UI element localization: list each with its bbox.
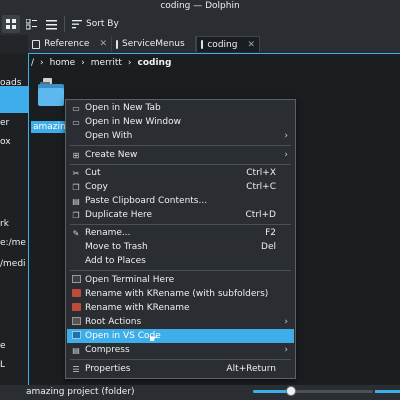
places-sidebar[interactable]: oads er ox rk e:/me /medi e L bbox=[0, 53, 28, 385]
menu-item-cut[interactable]: ✂ Cut Ctrl+X bbox=[67, 166, 294, 180]
folder-item[interactable] bbox=[38, 78, 64, 118]
sort-by-label: Sort By bbox=[86, 19, 119, 29]
root-actions-icon bbox=[70, 317, 82, 327]
compress-icon: ▤ bbox=[72, 345, 80, 355]
sidebar-item-label[interactable]: /medi bbox=[0, 259, 26, 269]
tab-label: coding bbox=[207, 39, 238, 50]
duplicate-icon: ❐ bbox=[72, 210, 80, 220]
menu-item-open-in-vs-code[interactable]: Open in VS Code bbox=[67, 329, 294, 343]
menu-item-krename-subfolders[interactable]: Rename with KRename (with subfolders) bbox=[67, 287, 294, 301]
shortcut-label: Alt+Return bbox=[226, 364, 276, 374]
menu-item-open-terminal[interactable]: Open Terminal Here bbox=[67, 273, 294, 287]
menu-item-properties[interactable]: ☰ Properties Alt+Return bbox=[67, 362, 294, 376]
shortcut-label: Del bbox=[261, 242, 276, 252]
menu-item-add-to-places[interactable]: Add to Places bbox=[67, 254, 294, 268]
grid-icon bbox=[5, 18, 16, 29]
scissors-icon: ✂ bbox=[72, 168, 80, 178]
vscode-icon bbox=[70, 331, 82, 341]
shortcut-label: Ctrl+D bbox=[245, 210, 277, 220]
tab-reference[interactable]: Reference ✕ bbox=[28, 36, 112, 52]
zoom-slider-track[interactable] bbox=[293, 390, 373, 393]
copy-icon: ❐ bbox=[72, 182, 80, 192]
tab-servicemenus[interactable]: ServiceMenus ✕ bbox=[112, 36, 202, 52]
menu-item-copy[interactable]: ❐ Copy Ctrl+C bbox=[67, 180, 294, 194]
tab-label: Reference bbox=[44, 39, 90, 49]
chevron-right-icon: › bbox=[81, 57, 85, 68]
plus-icon: ⊞ bbox=[72, 150, 80, 160]
menu-item-move-to-trash[interactable]: Move to Trash Del bbox=[67, 240, 294, 254]
details-list-icon bbox=[45, 19, 57, 29]
folder-icon bbox=[32, 39, 41, 49]
status-text: amazing project (folder) bbox=[26, 387, 135, 397]
chevron-right-icon: › bbox=[284, 345, 288, 355]
breadcrumb: / › home › merritt › coding bbox=[31, 55, 171, 70]
menu-item-open-new-window[interactable]: ▭ Open in New Window bbox=[67, 115, 294, 129]
breadcrumb-merritt[interactable]: merritt bbox=[91, 58, 122, 68]
folder-icon bbox=[116, 39, 118, 49]
window-title: coding — Dolphin bbox=[0, 0, 400, 13]
menu-separator bbox=[70, 224, 291, 225]
menu-item-create-new[interactable]: ⊞ Create New › bbox=[67, 148, 294, 162]
sidebar-item-label[interactable]: e:/me bbox=[0, 238, 26, 248]
sidebar-item-label[interactable]: rk bbox=[0, 219, 9, 229]
compact-view-button[interactable] bbox=[22, 15, 40, 33]
space-info-bar bbox=[375, 390, 400, 393]
menu-separator bbox=[70, 270, 291, 271]
sidebar-item-label[interactable]: L bbox=[0, 360, 5, 370]
menu-separator bbox=[70, 359, 291, 360]
terminal-icon bbox=[70, 275, 82, 285]
menu-item-compress[interactable]: ▤ Compress › bbox=[67, 343, 294, 357]
breadcrumb-coding[interactable]: coding bbox=[138, 58, 172, 68]
tab-icon: ▭ bbox=[72, 103, 80, 113]
breadcrumb-root[interactable]: / bbox=[31, 58, 34, 68]
menu-separator bbox=[70, 145, 291, 146]
sidebar-item-label[interactable]: ox bbox=[0, 137, 11, 147]
sidebar-item-label[interactable]: oads bbox=[0, 78, 21, 88]
menu-item-open-with[interactable]: Open With › bbox=[67, 129, 294, 143]
mouse-cursor-icon: ☛ bbox=[149, 334, 158, 345]
krename-icon bbox=[70, 289, 82, 299]
window-icon: ▭ bbox=[72, 117, 80, 127]
context-menu: ▭ Open in New Tab ▭ Open in New Window O… bbox=[65, 99, 296, 379]
menu-item-open-new-tab[interactable]: ▭ Open in New Tab bbox=[67, 101, 294, 115]
menu-item-root-actions[interactable]: Root Actions › bbox=[67, 315, 294, 329]
close-icon[interactable]: ✕ bbox=[99, 39, 107, 49]
rename-icon: ✎ bbox=[72, 228, 80, 238]
tab-label: ServiceMenus bbox=[122, 39, 185, 49]
menu-item-paste[interactable]: ▤ Paste Clipboard Contents... bbox=[67, 194, 294, 208]
tab-bar: Reference ✕ ServiceMenus ✕ coding ✕ bbox=[28, 35, 400, 53]
details-view-button[interactable] bbox=[42, 15, 60, 33]
chevron-right-icon: › bbox=[40, 57, 44, 68]
menu-item-rename[interactable]: ✎ Rename... F2 bbox=[67, 226, 294, 240]
toolbar: Sort By bbox=[0, 13, 400, 35]
icons-view-button[interactable] bbox=[2, 15, 20, 33]
menu-separator bbox=[70, 164, 291, 165]
properties-icon: ☰ bbox=[72, 364, 80, 374]
menu-item-duplicate-here[interactable]: ❐ Duplicate Here Ctrl+D bbox=[67, 208, 294, 222]
breadcrumb-home[interactable]: home bbox=[50, 58, 76, 68]
menu-item-krename[interactable]: Rename with KRename bbox=[67, 301, 294, 315]
shortcut-label: Ctrl+X bbox=[246, 168, 276, 178]
compact-list-icon bbox=[25, 18, 37, 29]
sidebar-selected-item[interactable] bbox=[0, 86, 28, 113]
zoom-slider-handle[interactable] bbox=[286, 386, 296, 396]
chevron-right-icon: › bbox=[284, 131, 288, 141]
toolbar-divider bbox=[64, 16, 65, 32]
chevron-right-icon: › bbox=[284, 317, 288, 327]
chevron-right-icon: › bbox=[284, 150, 288, 160]
shortcut-label: F2 bbox=[265, 228, 276, 238]
chevron-right-icon: › bbox=[127, 57, 132, 68]
sidebar-item-label[interactable]: e bbox=[0, 341, 6, 351]
close-icon[interactable]: ✕ bbox=[247, 40, 255, 50]
paste-icon: ▤ bbox=[72, 196, 80, 206]
shortcut-label: Ctrl+C bbox=[246, 182, 276, 192]
sidebar-item-label[interactable]: er bbox=[0, 118, 9, 128]
sort-by-button[interactable]: Sort By bbox=[72, 15, 119, 33]
krename-icon bbox=[70, 303, 82, 313]
folder-icon bbox=[201, 40, 204, 49]
sort-icon bbox=[72, 20, 82, 29]
folder-icon bbox=[38, 78, 64, 114]
tab-coding[interactable]: coding ✕ bbox=[196, 36, 260, 52]
